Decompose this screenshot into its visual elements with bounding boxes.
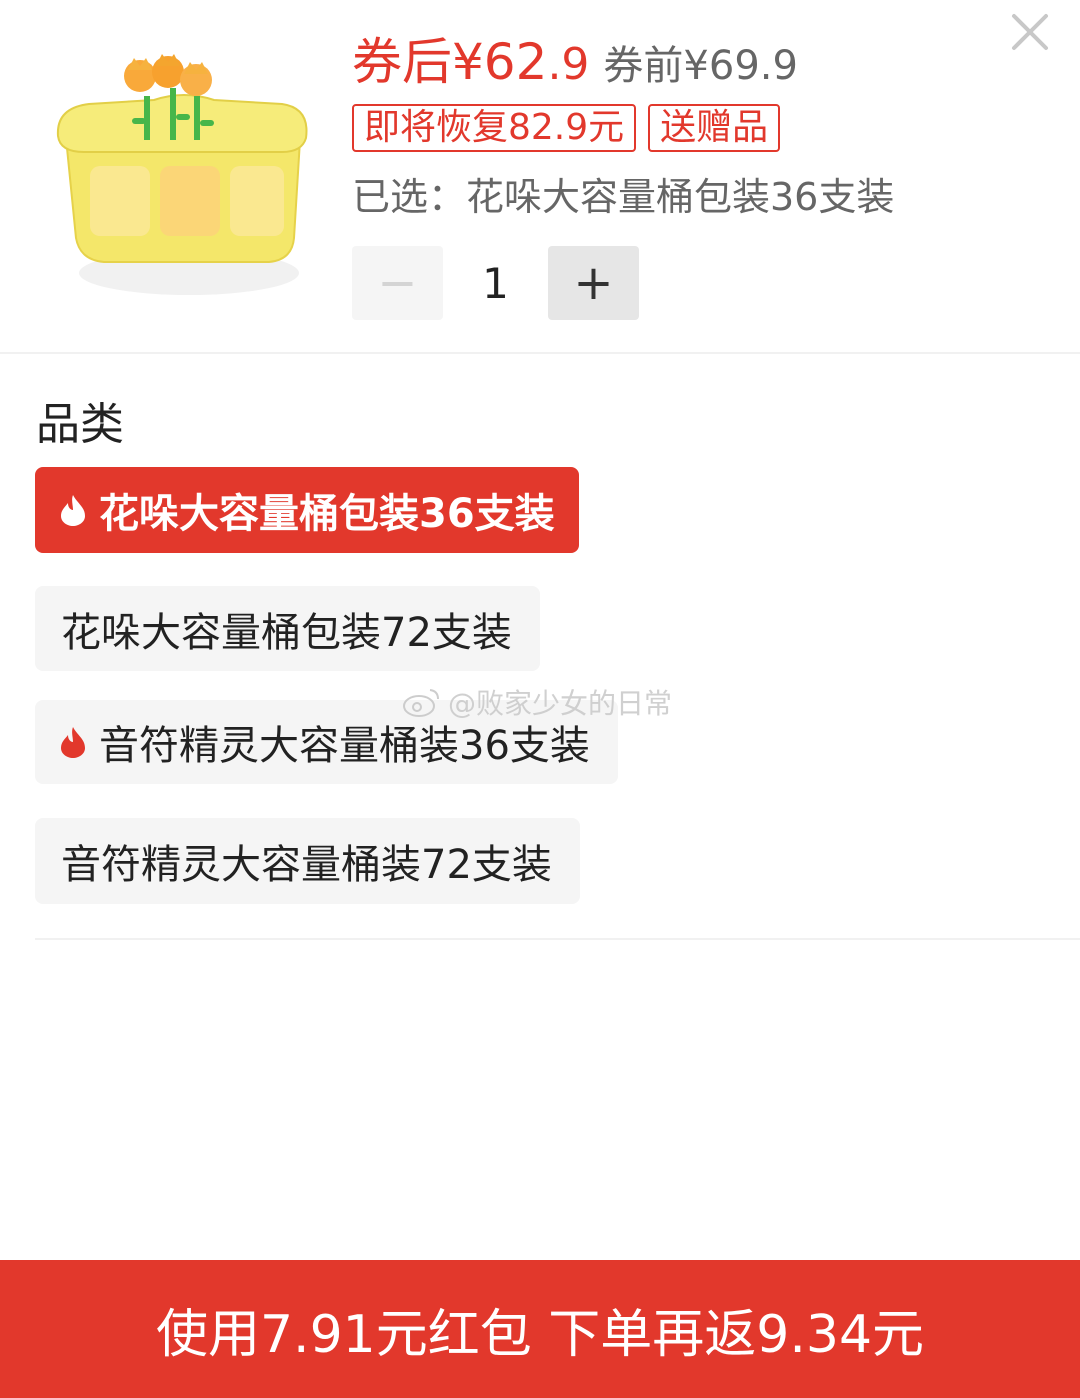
price-after-coupon: 券后¥62.9	[352, 22, 589, 94]
quantity-value: 1	[482, 258, 509, 308]
option-label: 花哚大容量桶包装72支装	[61, 609, 512, 656]
option-flower-36[interactable]: 花哚大容量桶包装36支装	[35, 467, 579, 553]
product-image	[44, 48, 314, 308]
option-label: 音符精灵大容量桶装72支装	[61, 842, 552, 888]
selected-variant-text: 已选：花哚大容量桶包装36支装	[352, 175, 895, 219]
quantity-stepper: − 1 +	[352, 246, 639, 320]
option-note-72[interactable]: 音符精灵大容量桶装72支装	[35, 818, 580, 904]
option-label: 花哚大容量桶包装36支装	[99, 491, 555, 537]
price-after-main: 券后¥62	[352, 33, 548, 91]
divider	[35, 938, 1080, 940]
watermark-text: @败家少女的日常	[448, 687, 673, 720]
price-before-coupon: 券前¥69.9	[603, 43, 798, 89]
price-after-decimal: .9	[547, 39, 590, 90]
flame-icon	[61, 495, 85, 526]
close-button[interactable]	[1008, 10, 1052, 54]
close-icon	[1012, 14, 1048, 50]
gift-tag: 送赠品	[648, 104, 781, 152]
redeem-order-button[interactable]: 使用7.91元红包 下单再返9.34元	[0, 1260, 1080, 1398]
watermark: @败家少女的日常	[402, 682, 672, 722]
promo-tags: 即将恢复82.9元 送赠品	[352, 104, 781, 152]
restore-price-tag: 即将恢复82.9元	[352, 104, 637, 152]
category-title: 品类	[36, 399, 124, 450]
decrease-button[interactable]: −	[352, 246, 443, 320]
option-flower-72[interactable]: 花哚大容量桶包装72支装	[35, 586, 540, 671]
increase-button[interactable]: +	[548, 246, 639, 320]
weibo-icon	[403, 689, 439, 717]
flame-icon	[61, 727, 85, 758]
price-row: 券后¥62.9 券前¥69.9	[352, 22, 798, 94]
divider	[0, 352, 1080, 354]
